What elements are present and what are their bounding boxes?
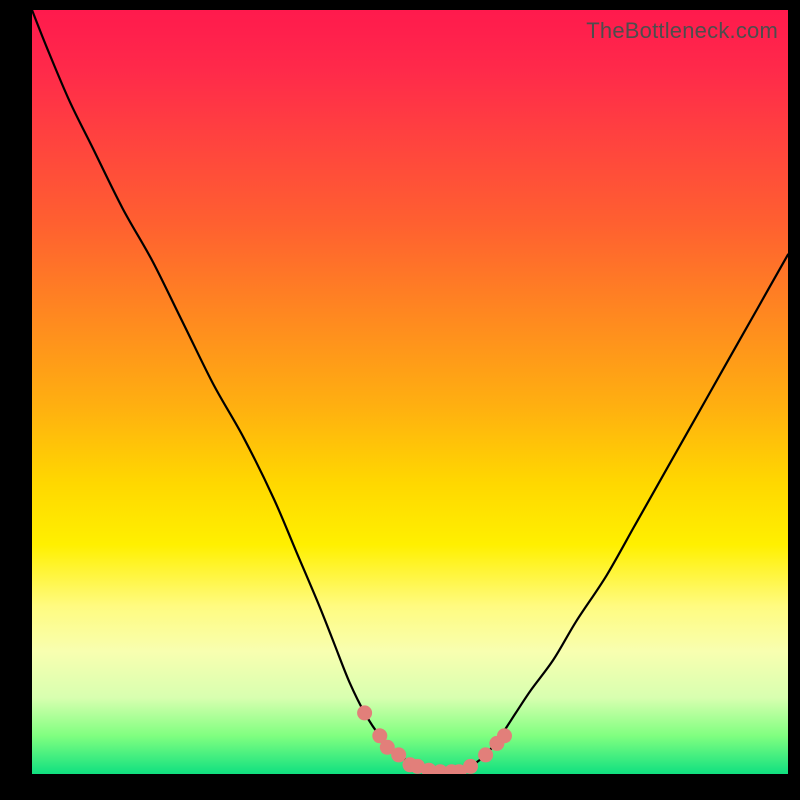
curve-marker: [357, 705, 372, 720]
bottleneck-curve-svg: [32, 10, 788, 774]
curve-marker: [463, 759, 478, 774]
bottleneck-curve: [32, 10, 788, 772]
curve-marker: [478, 747, 493, 762]
curve-markers: [357, 705, 512, 774]
chart-frame: TheBottleneck.com: [0, 0, 800, 800]
curve-marker: [391, 747, 406, 762]
plot-area: TheBottleneck.com: [32, 10, 788, 774]
curve-marker: [497, 728, 512, 743]
